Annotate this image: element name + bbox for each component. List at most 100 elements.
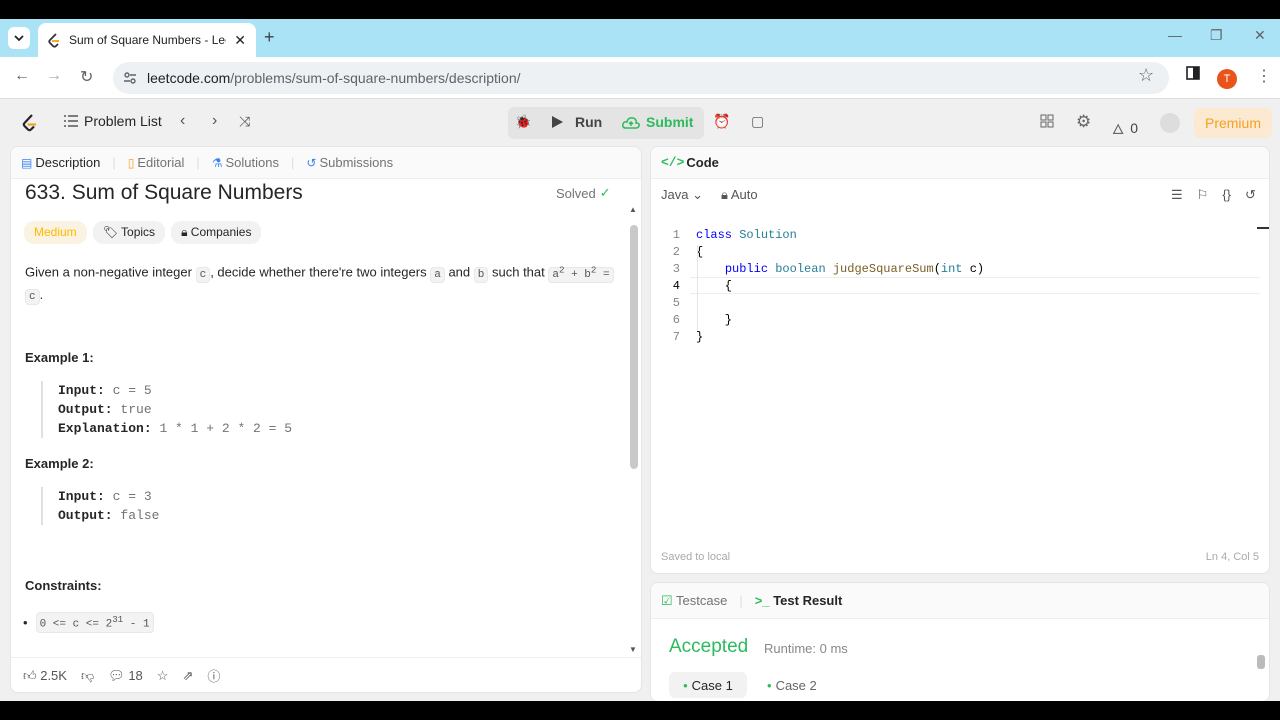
- desc-text-1: Given a non-negative integer: [25, 264, 192, 280]
- submit-button[interactable]: Submit: [622, 114, 693, 130]
- tab-description[interactable]: ▤ Description: [21, 155, 100, 170]
- editor-actions: ☰ ⚐ {} ↺: [1171, 187, 1256, 203]
- more-menu-icon[interactable]: ⋮: [1256, 66, 1272, 86]
- reset-icon[interactable]: ↺: [1245, 187, 1256, 203]
- help-icon[interactable]: ⓘ: [207, 666, 220, 685]
- case-1-tab[interactable]: • Case 1: [669, 672, 747, 698]
- code-line: }: [696, 330, 704, 344]
- streak-counter[interactable]: 🜂 0: [1112, 113, 1138, 142]
- bookmark-icon[interactable]: ⚐: [1197, 187, 1209, 203]
- restore-icon[interactable]: ❐: [1210, 27, 1223, 44]
- new-tab-button[interactable]: +: [264, 27, 275, 48]
- layout-grid-icon[interactable]: [1040, 114, 1054, 128]
- checkbox-icon: ☑: [661, 592, 673, 608]
- desc-code-c2: c: [25, 288, 40, 305]
- cloud-upload-icon: [622, 116, 640, 129]
- favorite-star-icon[interactable]: ☆: [157, 668, 169, 684]
- settings-gear-icon[interactable]: ⚙: [1076, 112, 1091, 132]
- side-panel-icon[interactable]: [1186, 66, 1200, 85]
- url-bar[interactable]: leetcode.com/problems/sum-of-square-numb…: [113, 62, 1169, 94]
- flame-icon: 🜂: [1112, 121, 1125, 137]
- case-2-label: Case 2: [775, 677, 817, 693]
- back-icon[interactable]: ←: [14, 67, 30, 85]
- shuffle-icon[interactable]: ⤨: [239, 113, 250, 130]
- companies-chip[interactable]: 🔒︎ Companies: [171, 221, 262, 244]
- run-button[interactable]: Run: [552, 114, 602, 130]
- timer-icon[interactable]: ⏰: [713, 113, 730, 130]
- companies-label: Companies: [190, 225, 252, 239]
- tag-icon: 🏷︎: [102, 225, 122, 239]
- profile-avatar[interactable]: T: [1217, 69, 1237, 89]
- description-scrollbar[interactable]: ▲ ▼: [629, 205, 639, 654]
- ex1-output-label: Output:: [58, 402, 113, 417]
- formula-a: a: [552, 268, 559, 281]
- prev-problem-icon[interactable]: ‹: [180, 112, 185, 130]
- problem-list-link[interactable]: Problem List: [64, 113, 162, 129]
- chevron-down-icon: [14, 35, 24, 42]
- minimize-icon[interactable]: —: [1168, 27, 1182, 43]
- code-line: }: [696, 313, 733, 327]
- example-1-block: Input: c = 5 Output: true Explanation: 1…: [41, 381, 292, 438]
- tab-search-button[interactable]: [8, 27, 30, 49]
- problem-description: Given a non-negative integer c, decide w…: [25, 260, 625, 307]
- difficulty-badge: Medium: [24, 221, 87, 244]
- forward-icon[interactable]: →: [46, 67, 62, 85]
- user-avatar[interactable]: [1160, 113, 1180, 133]
- browser-tab[interactable]: Sum of Square Numbers - LeetCode ✕: [38, 23, 256, 57]
- url-path: /problems/sum-of-square-numbers/descript…: [230, 70, 521, 86]
- desc-code-a: a: [430, 266, 445, 283]
- leetcode-favicon-icon: [48, 32, 59, 48]
- close-window-icon[interactable]: ✕: [1254, 27, 1266, 44]
- result-status: Accepted: [669, 636, 749, 657]
- comments-button[interactable]: 💬︎ 18: [108, 668, 143, 684]
- browser-window: Sum of Square Numbers - LeetCode ✕ + — ❐…: [0, 19, 1280, 701]
- test-result-panel: ☑ Testcase | >_ Test Result Accepted Run…: [650, 582, 1270, 701]
- like-button[interactable]: 👍︎ 2.5K: [23, 668, 67, 684]
- premium-button[interactable]: Premium: [1194, 108, 1272, 138]
- line-number: 5: [672, 296, 680, 310]
- code-panel: </> Code Java ⌄ 🔒︎ Auto ☰ ⚐ {} ↺ Saved t…: [650, 146, 1270, 574]
- braces-icon[interactable]: {}: [1222, 187, 1231, 203]
- notes-icon[interactable]: ▢: [751, 113, 764, 130]
- tab-editorial[interactable]: ▯ Editorial: [128, 155, 185, 170]
- constraint-code: 0 <= c <= 231 - 1: [35, 612, 154, 633]
- solved-badge: Solved ✓: [556, 185, 611, 201]
- problem-title: 633. Sum of Square Numbers: [25, 181, 303, 204]
- debug-icon[interactable]: 🐞: [515, 114, 531, 130]
- case-2-tab[interactable]: • Case 2: [767, 672, 817, 698]
- overview-ruler-marker: [1257, 227, 1269, 229]
- formula-sup-a: 2: [559, 264, 565, 275]
- share-icon[interactable]: ⇗: [182, 668, 193, 684]
- leetcode-navbar: Problem List ‹ › ⤨ 🐞 Run Submit ⏰ ▢ ⚙ 🜂 …: [0, 100, 1280, 146]
- desc-text-and: and: [448, 264, 471, 280]
- result-scrollbar[interactable]: [1257, 639, 1265, 701]
- check-circle-icon: ✓: [599, 185, 611, 200]
- streak-count: 0: [1130, 119, 1139, 136]
- reload-icon[interactable]: ↻: [80, 67, 93, 87]
- tab-submissions[interactable]: ↺ Submissions: [306, 155, 393, 170]
- run-label: Run: [575, 114, 603, 130]
- ex1-expl-label: Explanation:: [58, 421, 152, 436]
- ex2-input-label: Input:: [58, 489, 105, 504]
- tab-solutions[interactable]: ⚗ Solutions: [212, 155, 279, 170]
- site-info-icon[interactable]: [123, 71, 137, 85]
- next-problem-icon[interactable]: ›: [212, 112, 217, 130]
- runtime: Runtime: 0 ms: [764, 641, 848, 656]
- language-select[interactable]: Java ⌄: [661, 187, 703, 203]
- example-2-block: Input: c = 3 Output: false: [41, 487, 159, 525]
- ex1-output: true: [120, 402, 152, 417]
- formula-eq: =: [603, 268, 610, 281]
- bookmark-star-icon[interactable]: ☆: [1138, 65, 1154, 86]
- dislike-icon[interactable]: 👎︎: [81, 668, 94, 684]
- scrollbar-thumb[interactable]: [630, 225, 638, 469]
- ex1-input: c = 5: [112, 383, 152, 398]
- tab-testcase[interactable]: ☑ Testcase: [661, 593, 727, 609]
- desc-code-c: c: [195, 266, 211, 283]
- autocomplete-toggle[interactable]: 🔒︎ Auto: [721, 187, 758, 203]
- terminal-icon: >_: [754, 593, 770, 608]
- topics-chip[interactable]: 🏷︎ Topics: [92, 221, 166, 244]
- close-tab-icon[interactable]: ✕: [234, 32, 246, 49]
- tab-test-result[interactable]: >_ Test Result: [755, 593, 843, 608]
- leetcode-logo-icon[interactable]: [22, 114, 38, 133]
- format-icon[interactable]: ☰: [1171, 187, 1183, 203]
